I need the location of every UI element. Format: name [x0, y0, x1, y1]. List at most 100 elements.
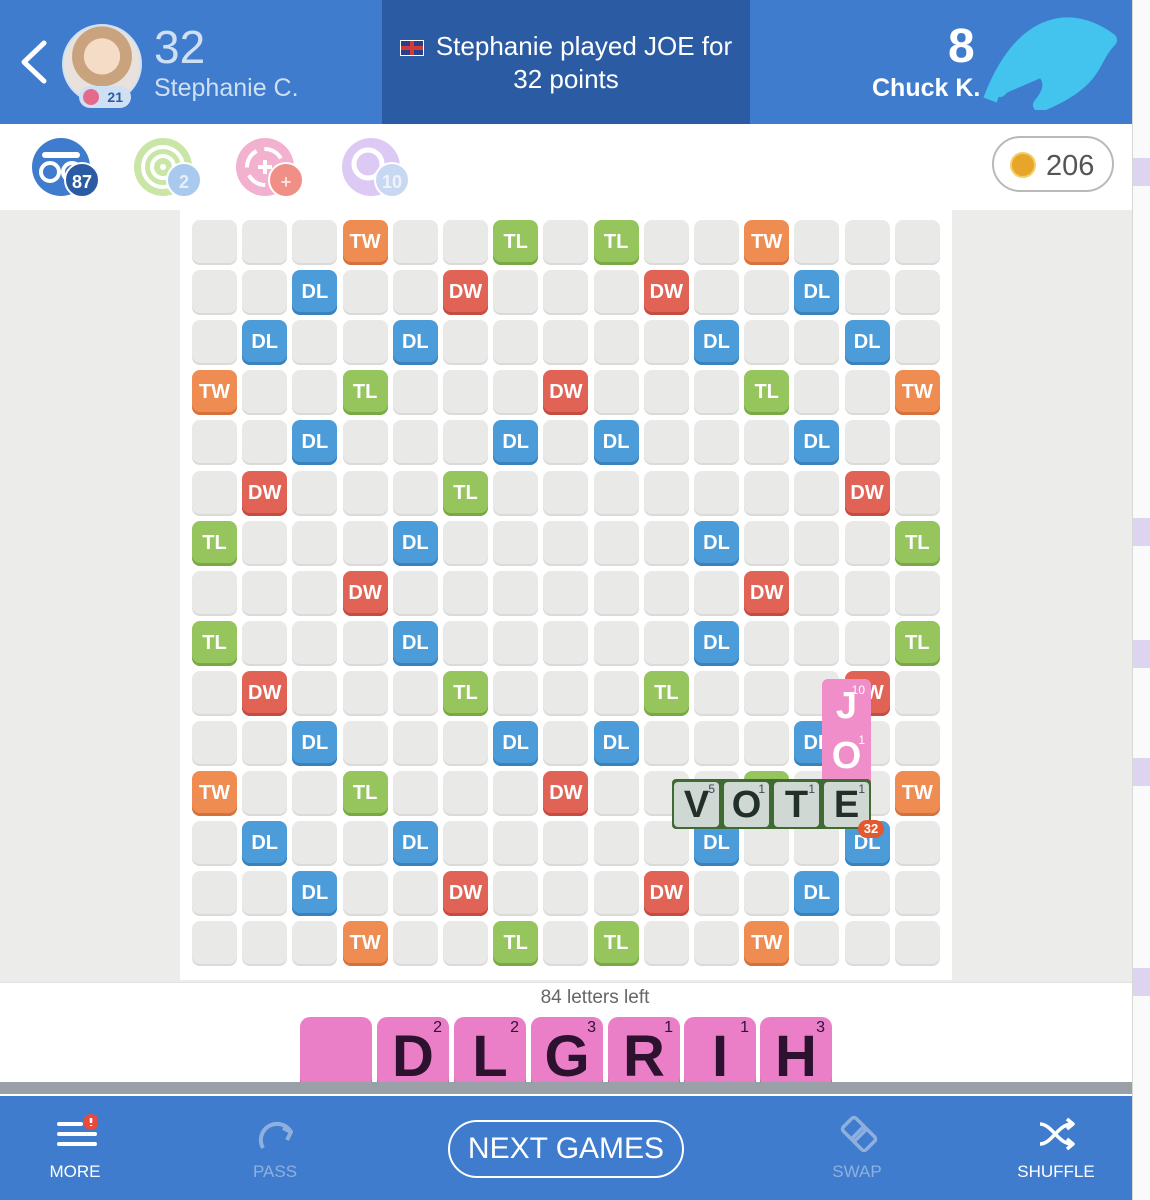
- board-square[interactable]: [443, 721, 488, 766]
- board-square[interactable]: [443, 771, 488, 817]
- board-square[interactable]: [794, 220, 840, 265]
- board-square[interactable]: [242, 520, 288, 566]
- board-square[interactable]: [794, 470, 840, 516]
- board-square[interactable]: [242, 921, 288, 967]
- board-square[interactable]: [342, 270, 388, 316]
- board-square[interactable]: [543, 670, 589, 716]
- bonus-square-tl[interactable]: TL: [643, 670, 689, 716]
- board-square[interactable]: [292, 570, 338, 616]
- bonus-square-tl[interactable]: TL: [894, 520, 940, 566]
- bonus-square-tl[interactable]: TL: [342, 370, 388, 416]
- board-square[interactable]: [493, 520, 539, 566]
- swap-plus-powerup[interactable]: +: [236, 138, 304, 198]
- bonus-square-dw[interactable]: DW: [443, 871, 488, 917]
- board-square[interactable]: [242, 420, 288, 466]
- board-square[interactable]: [543, 821, 589, 867]
- board-square[interactable]: [744, 520, 790, 566]
- board-square[interactable]: [543, 270, 589, 316]
- board-square[interactable]: [643, 470, 689, 516]
- board-square[interactable]: [894, 670, 940, 716]
- board-square[interactable]: [593, 320, 639, 366]
- bonus-square-dw[interactable]: DW: [543, 771, 589, 817]
- board-square[interactable]: [543, 921, 589, 967]
- bonus-square-dl[interactable]: DL: [292, 420, 338, 466]
- board-square[interactable]: [694, 670, 739, 716]
- board-square[interactable]: [543, 570, 589, 616]
- board-square[interactable]: [392, 270, 438, 316]
- board-square[interactable]: [392, 570, 438, 616]
- bonus-square-dl[interactable]: DL: [493, 420, 539, 466]
- board-square[interactable]: [844, 370, 890, 416]
- board-square[interactable]: [593, 670, 639, 716]
- bonus-square-tw[interactable]: TW: [342, 921, 388, 967]
- board-square[interactable]: [794, 620, 840, 666]
- board-square[interactable]: [643, 220, 689, 265]
- board-square[interactable]: [242, 620, 288, 666]
- board-square[interactable]: [493, 771, 539, 817]
- board-square[interactable]: [844, 871, 890, 917]
- board-square[interactable]: [894, 320, 940, 366]
- board-square[interactable]: [392, 670, 438, 716]
- bonus-square-tw[interactable]: TW: [192, 771, 237, 817]
- pass-button[interactable]: PASS: [220, 1110, 330, 1190]
- radar-powerup[interactable]: 2: [134, 138, 202, 198]
- board-square[interactable]: [292, 220, 338, 265]
- game-board[interactable]: TW TL TL TW DL DW DW DL DL DL DL DL TW TL DW TL TW DL DL DL…: [180, 210, 952, 980]
- bonus-square-tl[interactable]: TL: [593, 220, 639, 265]
- board-square[interactable]: [342, 721, 388, 766]
- bonus-square-dl[interactable]: DL: [593, 721, 639, 766]
- board-square[interactable]: [192, 420, 237, 466]
- board-square[interactable]: [192, 570, 237, 616]
- board-square[interactable]: [392, 470, 438, 516]
- bonus-square-dw[interactable]: DW: [643, 270, 689, 316]
- board-square[interactable]: [192, 871, 237, 917]
- bonus-square-tw[interactable]: TW: [894, 370, 940, 416]
- next-games-button[interactable]: NEXT GAMES: [448, 1120, 684, 1178]
- board-square[interactable]: [493, 320, 539, 366]
- board-square[interactable]: [794, 921, 840, 967]
- board-square[interactable]: [794, 570, 840, 616]
- board-square[interactable]: [392, 370, 438, 416]
- board-square[interactable]: [744, 871, 790, 917]
- bonus-square-tl[interactable]: TL: [342, 771, 388, 817]
- board-square[interactable]: [593, 520, 639, 566]
- board-square[interactable]: [593, 370, 639, 416]
- board-square[interactable]: [794, 320, 840, 366]
- board-square[interactable]: [342, 871, 388, 917]
- board-square[interactable]: [493, 670, 539, 716]
- board-square[interactable]: [543, 620, 589, 666]
- board-square[interactable]: [342, 821, 388, 867]
- bonus-square-dl[interactable]: DL: [292, 871, 338, 917]
- bonus-square-dl[interactable]: DL: [392, 821, 438, 867]
- bonus-square-tl[interactable]: TL: [443, 470, 488, 516]
- board-square[interactable]: [694, 220, 739, 265]
- board-square[interactable]: [844, 921, 890, 967]
- board-square[interactable]: [242, 370, 288, 416]
- board-square[interactable]: [342, 520, 388, 566]
- board-square[interactable]: [894, 220, 940, 265]
- board-square[interactable]: [392, 921, 438, 967]
- board-square[interactable]: [443, 370, 488, 416]
- board-square[interactable]: [292, 320, 338, 366]
- bonus-square-tw[interactable]: TW: [894, 771, 940, 817]
- board-square[interactable]: [844, 270, 890, 316]
- bonus-square-dw[interactable]: DW: [744, 570, 790, 616]
- board-square[interactable]: [493, 370, 539, 416]
- board-square[interactable]: [342, 420, 388, 466]
- bonus-square-tl[interactable]: TL: [192, 620, 237, 666]
- board-square[interactable]: [844, 220, 890, 265]
- board-square[interactable]: [242, 771, 288, 817]
- board-square[interactable]: [342, 620, 388, 666]
- board-square[interactable]: [292, 771, 338, 817]
- board-square[interactable]: [292, 921, 338, 967]
- bonus-square-dw[interactable]: DW: [242, 670, 288, 716]
- board-square[interactable]: [493, 470, 539, 516]
- board-square[interactable]: [643, 520, 689, 566]
- board-square[interactable]: [643, 721, 689, 766]
- board-square[interactable]: [493, 620, 539, 666]
- board-square[interactable]: [744, 721, 790, 766]
- board-square[interactable]: [292, 370, 338, 416]
- board-square[interactable]: [443, 570, 488, 616]
- board-square[interactable]: [643, 320, 689, 366]
- swap-button[interactable]: SWAP: [802, 1110, 912, 1190]
